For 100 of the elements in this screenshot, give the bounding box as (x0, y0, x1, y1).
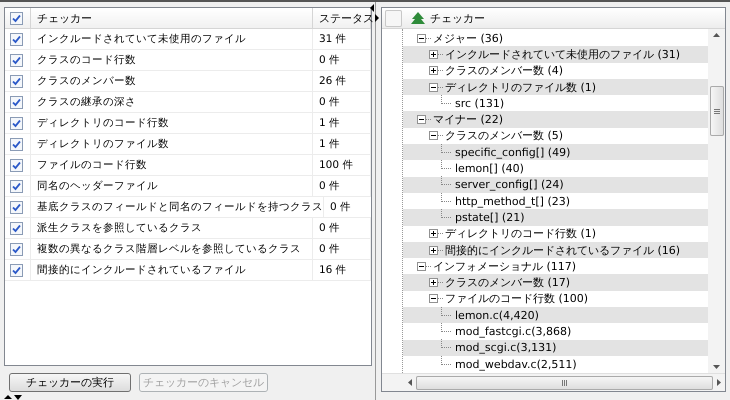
table-cell: ディレクトリのコード行数 (31, 113, 313, 133)
collapse-icon[interactable] (429, 82, 438, 92)
column-header[interactable]: チェッカー (37, 10, 92, 26)
table-cell: クラスの継承の深さ (31, 92, 313, 112)
table-cell: 複数の異なるクラス階層レベルを参照しているクラス (31, 239, 313, 259)
table-cell: ディレクトリのファイル数 (31, 134, 313, 154)
scroll-up-icon (713, 33, 720, 37)
scroll-left-icon (408, 379, 412, 386)
tree-item-label: lemon.c(4,420) (454, 308, 539, 322)
tree-item-label: pstate[] (21) (454, 210, 525, 224)
checkbox[interactable] (10, 74, 23, 88)
checkbox[interactable] (10, 158, 23, 172)
checkbox[interactable] (10, 264, 23, 276)
checkbox[interactable] (10, 96, 23, 108)
run-checker-button[interactable]: チェッカーの実行 (9, 373, 131, 392)
expand-icon[interactable] (429, 278, 438, 288)
tree-item-label: src (131) (454, 96, 504, 110)
tree-item-label: ディレクトリのファイル数 (1) (444, 80, 596, 95)
collapse-icon[interactable] (417, 262, 426, 271)
table-cell: インクルードされていて未使用のファイル (31, 29, 313, 49)
tree-item[interactable]: インクルードされていて未使用のファイル (31) (403, 46, 708, 63)
tree-item[interactable]: ディレクトリのコード行数 (1) (403, 226, 708, 242)
scrollbar-thumb[interactable] (710, 86, 724, 136)
expand-icon[interactable] (429, 66, 438, 76)
tree-item[interactable]: 間接的にインクルードされているファイル (16) (403, 242, 708, 258)
tree-item[interactable]: マイナー (22) (403, 111, 708, 128)
horizontal-scrollbar[interactable] (382, 373, 725, 391)
tree-item-label: server_config[] (24) (454, 178, 564, 192)
table-cell: 1 件 (313, 113, 371, 133)
column-header[interactable]: チェッカー (430, 10, 485, 26)
expand-icon[interactable] (429, 50, 438, 59)
tree-item[interactable]: クラスのメンバー数 (4) (403, 62, 708, 79)
table-cell: 31 件 (313, 29, 371, 49)
header-checkbox[interactable] (385, 10, 402, 26)
checkbox[interactable] (10, 138, 23, 150)
tree-item[interactable]: インフォメーショナル (117) (403, 258, 708, 274)
tree-item-label: メジャー (36) (432, 30, 504, 46)
vertical-scrollbar[interactable] (708, 29, 725, 373)
tree-item[interactable]: メジャー (36) (403, 30, 708, 46)
table-cell: クラスのメンバー数 (31, 71, 313, 91)
splitter-arrows-icon (4, 395, 22, 400)
tree-item[interactable]: mod_webdav.c(2,511) (403, 356, 708, 372)
tree-item-label: mod_webdav.c(2,511) (454, 358, 577, 371)
table-cell: 同名のヘッダーファイル (31, 176, 313, 196)
tree-item-label: クラスのメンバー数 (17) (444, 275, 570, 290)
expand-icon[interactable] (429, 229, 438, 238)
checkbox[interactable] (10, 12, 23, 24)
tree-item-label: 間接的にインクルードされているファイル (16) (444, 242, 680, 258)
tree-item[interactable]: server_config[] (24) (403, 176, 708, 193)
tree-item[interactable]: lemon[] (40) (403, 160, 708, 177)
checkbox[interactable] (10, 222, 23, 234)
table-cell: 1 件 (313, 134, 371, 154)
tree-item[interactable]: lemon.c(4,420) (403, 307, 708, 324)
table-cell: 間接的にインクルードされているファイル (31, 260, 313, 280)
checkbox[interactable] (10, 54, 23, 66)
tree-item-label: クラスのメンバー数 (4) (444, 63, 564, 78)
table-cell: 0 件 (313, 239, 371, 259)
tree-icon (410, 11, 426, 25)
tree-item[interactable]: src (131) (403, 95, 708, 112)
tree-item-label: lemon[] (40) (454, 162, 524, 176)
table-cell: 26 件 (313, 71, 371, 91)
tree-item[interactable]: http_method_t[] (23) (403, 192, 708, 210)
collapse-icon[interactable] (417, 115, 426, 124)
checkbox[interactable] (10, 200, 23, 214)
tree-item-label: mod_fastcgi.c(3,868) (454, 324, 572, 338)
scroll-right-icon (717, 379, 721, 386)
tree-item[interactable]: specific_config[] (49) (403, 144, 708, 160)
tree-item[interactable]: mod_fastcgi.c(3,868) (403, 323, 708, 340)
checkbox[interactable] (10, 116, 23, 130)
table-cell: 0 件 (313, 50, 371, 70)
table-cell: クラスのコード行数 (31, 50, 313, 70)
table-cell: 16 件 (313, 260, 371, 280)
tree-item-label: マイナー (22) (432, 112, 504, 128)
tree-item[interactable]: クラスのメンバー数 (17) (403, 274, 708, 291)
column-header[interactable]: ステータス (319, 10, 374, 26)
table-cell: 0 件 (313, 218, 371, 238)
checkbox[interactable] (10, 242, 23, 256)
collapse-icon[interactable] (417, 34, 426, 43)
tree-item-label: http_method_t[] (23) (454, 194, 570, 208)
tree-item-label: ファイルのコード行数 (100) (444, 291, 588, 306)
tree-item-label: クラスのメンバー数 (5) (444, 128, 564, 144)
tree-item[interactable]: クラスのメンバー数 (5) (403, 128, 708, 144)
scroll-down-icon (713, 365, 720, 369)
collapse-icon[interactable] (429, 294, 438, 304)
checkbox[interactable] (10, 180, 23, 192)
table-cell: 基底クラスのフィールドと同名のフィールドを持つクラス (31, 197, 324, 217)
scrollbar-thumb[interactable] (416, 376, 713, 390)
tree-item[interactable]: pstate[] (21) (403, 209, 708, 226)
tree-item[interactable]: mod_scgi.c(3,131) (403, 340, 708, 356)
tree-item-label: インクルードされていて未使用のファイル (31) (444, 46, 680, 62)
checkbox[interactable] (10, 32, 23, 46)
table-cell: 100 件 (313, 155, 371, 175)
grip-icon (714, 108, 720, 114)
grip-icon (562, 380, 567, 386)
collapse-icon[interactable] (429, 131, 438, 140)
table-cell: ファイルのコード行数 (31, 155, 313, 175)
expand-icon[interactable] (429, 246, 438, 254)
tree-item[interactable]: ファイルのコード行数 (100) (403, 290, 708, 308)
tree-item[interactable]: ディレクトリのファイル数 (1) (403, 78, 708, 96)
tree-item-label: インフォメーショナル (117) (432, 258, 576, 274)
